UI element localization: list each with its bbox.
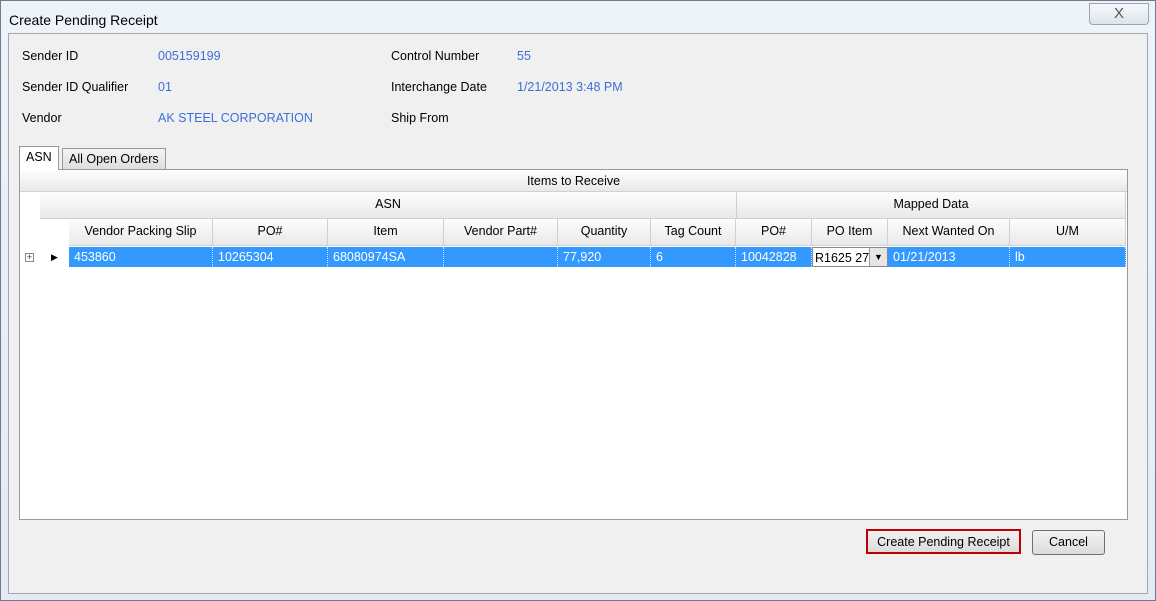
table-cell[interactable]: lb <box>1010 247 1126 267</box>
column-header[interactable]: U/M <box>1010 219 1126 246</box>
tab-all-open-orders[interactable]: All Open Orders <box>62 148 166 170</box>
column-header[interactable]: Item <box>328 219 444 246</box>
chevron-down-icon[interactable]: ▼ <box>869 248 887 266</box>
grid-title: Items to Receive <box>20 170 1127 192</box>
vendor-value: AK STEEL CORPORATION <box>158 111 313 125</box>
table-cell[interactable]: 68080974SA <box>328 247 444 267</box>
column-header[interactable]: Quantity <box>558 219 651 246</box>
close-button[interactable]: X <box>1089 3 1149 25</box>
row-selector-arrow-icon[interactable]: ▶ <box>40 247 69 267</box>
table-cell[interactable]: 10265304 <box>213 247 328 267</box>
ship-from-label: Ship From <box>391 111 449 125</box>
close-icon: X <box>1113 5 1124 22</box>
table-cell[interactable]: 77,920 <box>558 247 651 267</box>
po-item-dropdown-value: R1625 27 <box>815 251 870 265</box>
window-title: Create Pending Receipt <box>9 12 158 28</box>
control-number-value: 55 <box>517 49 531 63</box>
table-cell[interactable]: 6 <box>651 247 736 267</box>
sender-id-qualifier-label: Sender ID Qualifier <box>22 80 129 94</box>
cancel-button[interactable]: Cancel <box>1032 530 1105 555</box>
sender-id-qualifier-value: 01 <box>158 80 172 94</box>
column-header[interactable]: Tag Count <box>651 219 736 246</box>
column-header[interactable]: PO Item <box>812 219 888 246</box>
table-cell[interactable] <box>444 247 558 267</box>
tab-asn[interactable]: ASN <box>19 146 59 170</box>
interchange-date-value: 1/21/2013 3:48 PM <box>517 80 623 94</box>
table-cell[interactable]: 453860 <box>69 247 213 267</box>
column-header[interactable]: Next Wanted On <box>888 219 1010 246</box>
create-pending-receipt-button[interactable]: Create Pending Receipt <box>866 529 1021 554</box>
control-number-label: Control Number <box>391 49 480 63</box>
interchange-date-label: Interchange Date <box>391 80 487 94</box>
group-header-asn: ASN <box>40 192 737 219</box>
column-header[interactable]: Vendor Part# <box>444 219 558 246</box>
table-cell[interactable]: R1625 27 ▼ <box>812 247 888 267</box>
sender-id-value: 005159199 <box>158 49 221 63</box>
column-header[interactable]: Vendor Packing Slip <box>69 219 213 246</box>
table-cell[interactable]: 10042828 <box>736 247 812 267</box>
expand-row-icon[interactable]: + <box>25 253 34 262</box>
column-header[interactable]: PO# <box>213 219 328 246</box>
vendor-label: Vendor <box>22 111 62 125</box>
sender-id-label: Sender ID <box>22 49 79 63</box>
items-grid: Items to Receive ASN Mapped Data Vendor … <box>19 169 1128 520</box>
column-header[interactable]: PO# <box>736 219 812 246</box>
group-header-mapped-data: Mapped Data <box>737 192 1126 219</box>
table-cell[interactable]: 01/21/2013 <box>888 247 1010 267</box>
